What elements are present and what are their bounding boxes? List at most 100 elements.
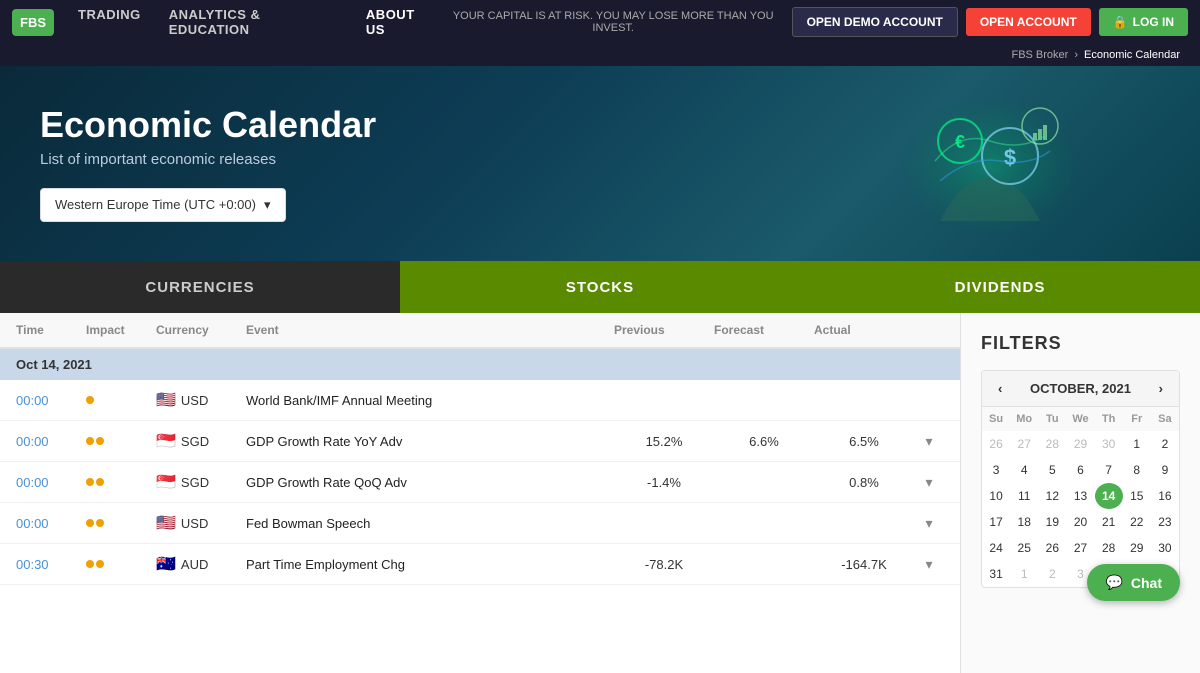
time-cell: 00:00 xyxy=(16,475,86,490)
calendar-day[interactable]: 9 xyxy=(1151,457,1179,483)
day-header: Th xyxy=(1095,407,1123,431)
fbs-logo: FBS xyxy=(12,9,54,36)
tab-currencies[interactable]: CURRENCIES xyxy=(0,261,400,313)
impact-dot xyxy=(96,519,104,527)
impact-cell xyxy=(86,519,156,527)
calendar-header: ‹ OCTOBER, 2021 › xyxy=(982,371,1179,407)
calendar-day[interactable]: 31 xyxy=(982,561,1010,587)
impact-dot xyxy=(86,478,94,486)
day-header: Mo xyxy=(1010,407,1038,431)
calendar-day[interactable]: 29 xyxy=(1066,431,1094,457)
tabs-bar: CURRENCIES STOCKS DIVIDENDS xyxy=(0,261,1200,313)
impact-dot xyxy=(86,396,94,404)
calendar-day[interactable]: 2 xyxy=(1151,431,1179,457)
chat-button[interactable]: 💬 Chat xyxy=(1087,564,1180,601)
col-actual: Actual xyxy=(814,323,914,337)
calendar-day[interactable]: 10 xyxy=(982,483,1010,509)
calendar-day[interactable]: 3 xyxy=(982,457,1010,483)
breadcrumb-separator: › xyxy=(1074,49,1078,61)
expand-icon[interactable]: ▾ xyxy=(914,433,944,450)
calendar-day[interactable]: 15 xyxy=(1123,483,1151,509)
event-cell: Fed Bowman Speech xyxy=(246,516,614,531)
forecast-cell: 6.6% xyxy=(714,434,814,449)
login-button[interactable]: 🔒 LOG IN xyxy=(1099,8,1188,36)
hero-image: € $ xyxy=(860,76,1120,256)
table-row: 00:00 🇸🇬 SGD GDP Growth Rate QoQ Adv -1.… xyxy=(0,462,960,503)
nav-buttons: OPEN DEMO ACCOUNT OPEN ACCOUNT 🔒 LOG IN xyxy=(792,7,1188,37)
currency-cell: 🇸🇬 SGD xyxy=(156,431,246,451)
calendar-day[interactable]: 24 xyxy=(982,535,1010,561)
calendar-day[interactable]: 14 xyxy=(1095,483,1123,509)
event-cell: World Bank/IMF Annual Meeting xyxy=(246,393,614,408)
open-demo-button[interactable]: OPEN DEMO ACCOUNT xyxy=(792,7,958,37)
calendar-day[interactable]: 28 xyxy=(1038,431,1066,457)
nav-links: TRADING ANALYTICS & EDUCATION ABOUT US xyxy=(78,7,435,37)
nav-analytics[interactable]: ANALYTICS & EDUCATION xyxy=(169,7,338,37)
expand-icon[interactable]: ▾ xyxy=(914,515,944,532)
impact-cell xyxy=(86,560,156,568)
calendar-day[interactable]: 30 xyxy=(1095,431,1123,457)
calendar-day[interactable]: 22 xyxy=(1123,509,1151,535)
calendar-day[interactable]: 2 xyxy=(1038,561,1066,587)
table-row: 00:00 🇺🇸 USD World Bank/IMF Annual Meeti… xyxy=(0,380,960,421)
day-header: Sa xyxy=(1151,407,1179,431)
flag-icon: 🇺🇸 xyxy=(156,390,176,410)
calendar-day[interactable]: 20 xyxy=(1066,509,1094,535)
actual-cell: 6.5% xyxy=(814,434,914,449)
calendar-day[interactable]: 18 xyxy=(1010,509,1038,535)
calendar-day[interactable]: 23 xyxy=(1151,509,1179,535)
actual-cell: -164.7K xyxy=(814,557,914,572)
calendar-day[interactable]: 11 xyxy=(1010,483,1038,509)
calendar-day[interactable]: 8 xyxy=(1123,457,1151,483)
calendar-next-button[interactable]: › xyxy=(1155,381,1167,396)
day-header: We xyxy=(1066,407,1094,431)
time-cell: 00:30 xyxy=(16,557,86,572)
calendar-day[interactable]: 30 xyxy=(1151,535,1179,561)
calendar-day[interactable]: 17 xyxy=(982,509,1010,535)
calendar-day[interactable]: 16 xyxy=(1151,483,1179,509)
currency-code: SGD xyxy=(181,475,209,490)
calendar-day[interactable]: 21 xyxy=(1095,509,1123,535)
breadcrumb-parent[interactable]: FBS Broker xyxy=(1011,49,1068,61)
risk-warning: YOUR CAPITAL IS AT RISK. YOU MAY LOSE MO… xyxy=(435,10,792,34)
calendar-day[interactable]: 28 xyxy=(1095,535,1123,561)
calendar-day[interactable]: 1 xyxy=(1123,431,1151,457)
calendar-day[interactable]: 26 xyxy=(1038,535,1066,561)
expand-icon[interactable]: ▾ xyxy=(914,474,944,491)
hero-text: Economic Calendar List of important econ… xyxy=(40,105,376,222)
table-row: 00:30 🇦🇺 AUD Part Time Employment Chg -7… xyxy=(0,544,960,585)
calendar-prev-button[interactable]: ‹ xyxy=(994,381,1006,396)
expand-icon[interactable]: ▾ xyxy=(914,556,944,573)
nav-about[interactable]: ABOUT US xyxy=(366,7,435,37)
table-row: 00:00 🇸🇬 SGD GDP Growth Rate YoY Adv 15.… xyxy=(0,421,960,462)
calendar-day[interactable]: 27 xyxy=(1010,431,1038,457)
flag-icon: 🇺🇸 xyxy=(156,513,176,533)
calendar-day[interactable]: 13 xyxy=(1066,483,1094,509)
calendar-day[interactable]: 29 xyxy=(1123,535,1151,561)
day-header: Fr xyxy=(1123,407,1151,431)
breadcrumb-current: Economic Calendar xyxy=(1084,49,1180,61)
nav-trading[interactable]: TRADING xyxy=(78,7,141,37)
calendar-day[interactable]: 26 xyxy=(982,431,1010,457)
calendar-day[interactable]: 5 xyxy=(1038,457,1066,483)
calendar-day[interactable]: 25 xyxy=(1010,535,1038,561)
calendar-day[interactable]: 19 xyxy=(1038,509,1066,535)
calendar-day[interactable]: 6 xyxy=(1066,457,1094,483)
open-account-button[interactable]: OPEN ACCOUNT xyxy=(966,8,1091,36)
calendar-day[interactable]: 27 xyxy=(1066,535,1094,561)
col-event: Event xyxy=(246,323,614,337)
time-cell: 00:00 xyxy=(16,434,86,449)
col-previous: Previous xyxy=(614,323,714,337)
flag-icon: 🇸🇬 xyxy=(156,472,176,492)
calendar-day[interactable]: 1 xyxy=(1010,561,1038,587)
hero-subtitle: List of important economic releases xyxy=(40,151,376,168)
chevron-down-icon: ▾ xyxy=(264,197,271,213)
actual-cell: 0.8% xyxy=(814,475,914,490)
calendar-day[interactable]: 4 xyxy=(1010,457,1038,483)
tab-stocks[interactable]: STOCKS xyxy=(400,261,800,313)
tab-dividends[interactable]: DIVIDENDS xyxy=(800,261,1200,313)
currency-cell: 🇸🇬 SGD xyxy=(156,472,246,492)
calendar-day[interactable]: 12 xyxy=(1038,483,1066,509)
calendar-day[interactable]: 7 xyxy=(1095,457,1123,483)
timezone-selector[interactable]: Western Europe Time (UTC +0:00) ▾ xyxy=(40,188,286,222)
